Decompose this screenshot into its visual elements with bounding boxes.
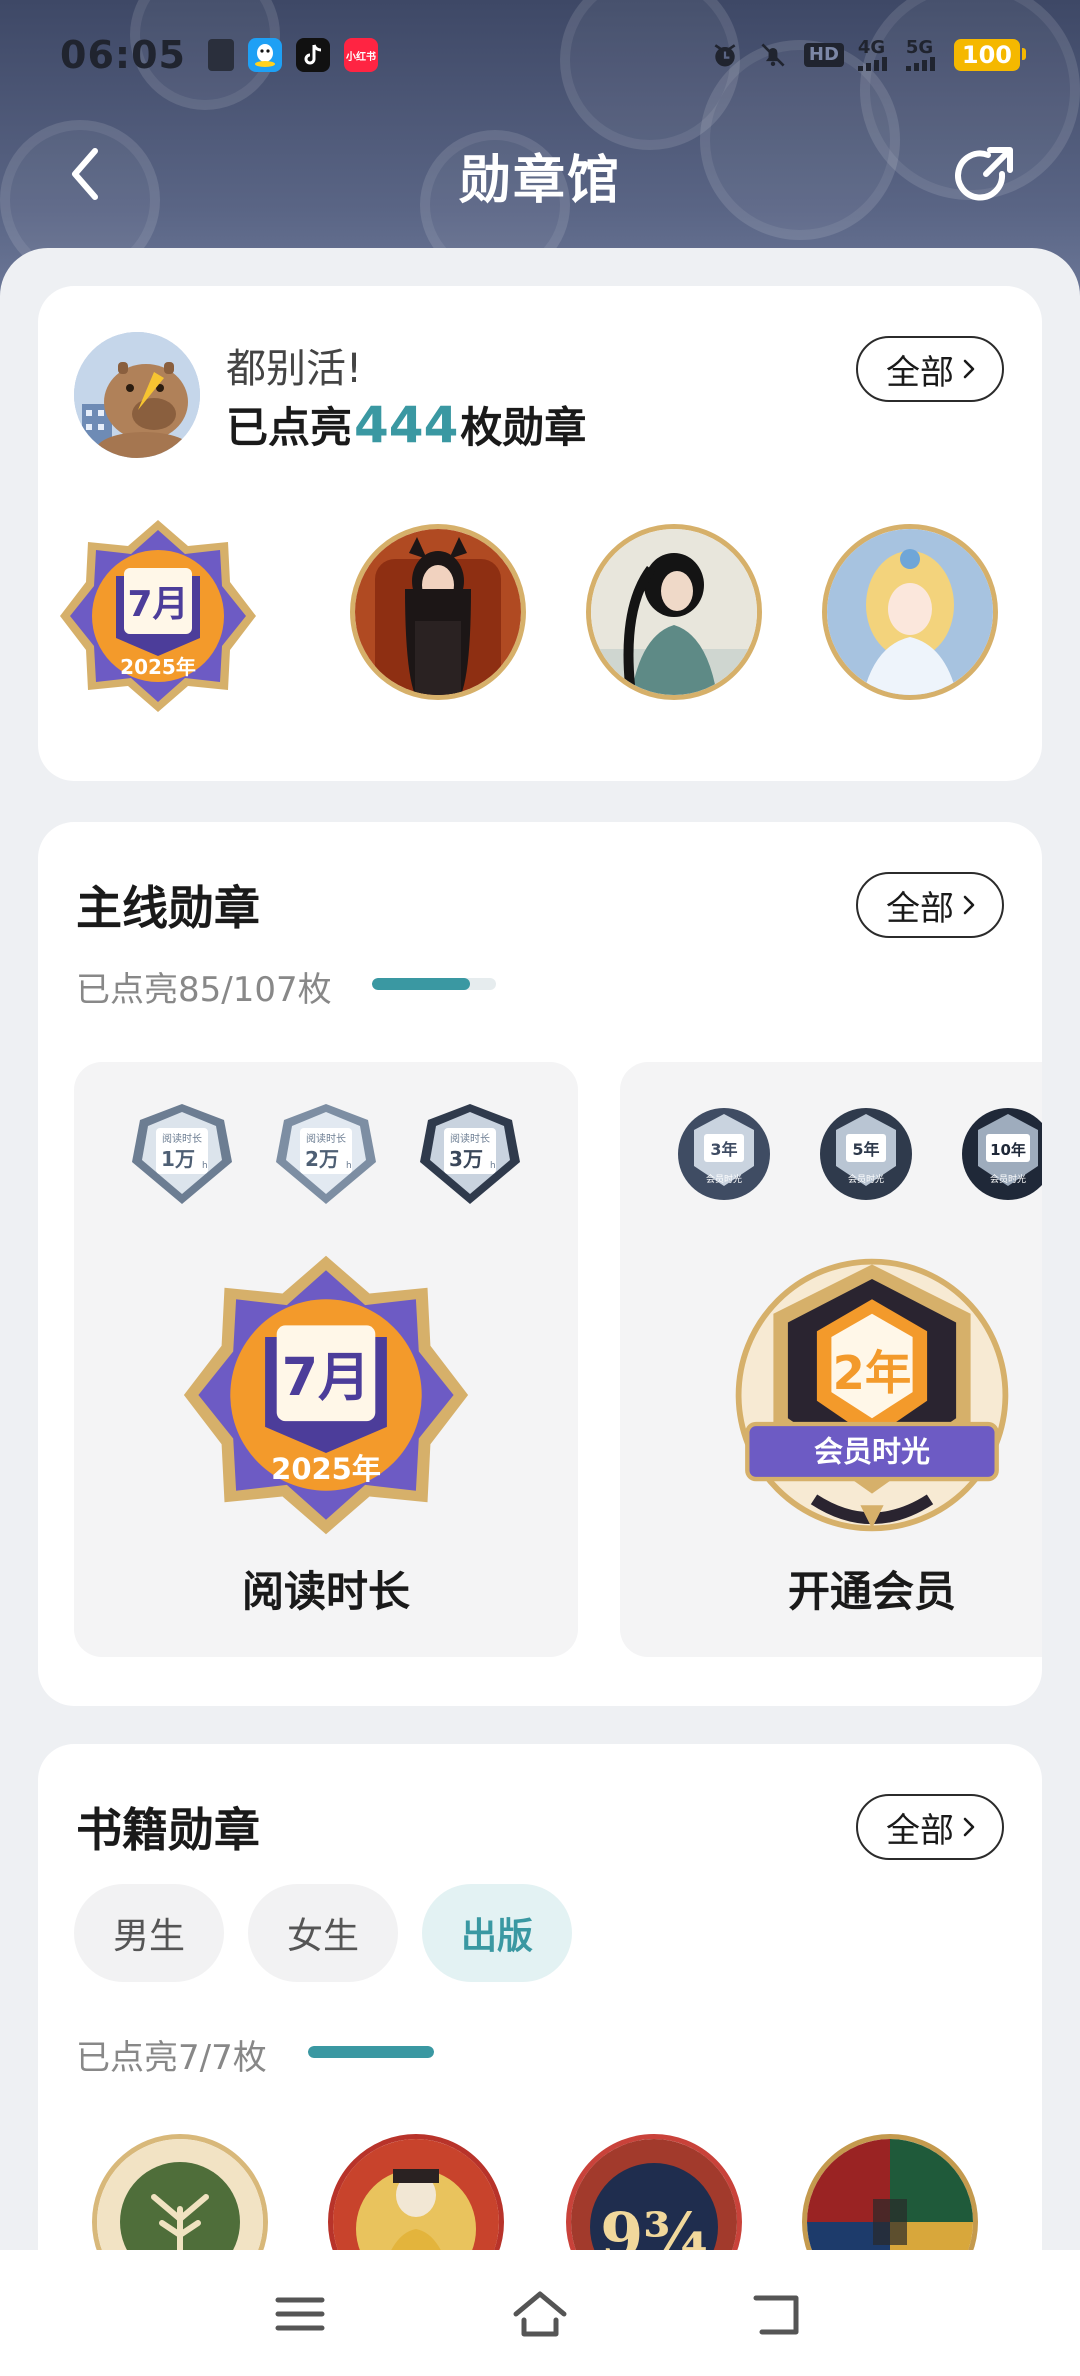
status-app-icons: 小红书 (207, 38, 378, 72)
all-label: 全部 (886, 1810, 954, 1851)
recent-badges-row: 7月 2025年 (58, 516, 1042, 726)
reading-time-card[interactable]: 阅读时长 1万 h 阅读时长 2万 h 阅读时长 3万 h 7月 2025年 阅… (74, 1062, 578, 1657)
small-badge-top: 阅读时长 (450, 1132, 490, 1145)
chevron-left-icon (72, 148, 98, 200)
reading-july-2025-badge[interactable]: 7月 2025年 (181, 1250, 471, 1540)
chevron-right-icon (963, 895, 975, 915)
main-badges-all-button[interactable]: 全部 (856, 872, 1004, 938)
membership-label: 开通会员 (787, 1567, 956, 1616)
lit-prefix: 已点亮 (226, 403, 353, 452)
system-nav-bar (0, 2250, 1080, 2376)
badge-year-value: 2年 (833, 1346, 912, 1400)
content-sheet: 都别活! 已点亮 444 枚勋章 全部 7月 2025年 主线勋章 全部 已点亮… (0, 248, 1080, 2304)
reading-1w-badge[interactable]: 阅读时长 1万 h (128, 1100, 236, 1210)
user-name: 都别活! (226, 346, 363, 392)
book-badges-progress-text: 已点亮7/7枚 (76, 2038, 267, 2078)
small-badge-value: 5年 (852, 1140, 879, 1159)
battery-indicator: 100 (953, 39, 1027, 71)
main-badges-title: 主线勋章 (76, 881, 260, 935)
lit-summary: 已点亮 444 枚勋章 (226, 394, 586, 455)
avatar[interactable] (74, 332, 200, 458)
small-badge-bottom: 会员时光 (706, 1173, 742, 1185)
chip-male[interactable]: 男生 (74, 1884, 224, 1982)
main-badges-progress-bar (372, 978, 496, 990)
profile-all-button[interactable]: 全部 (856, 336, 1004, 402)
book-badges-all-button[interactable]: 全部 (856, 1794, 1004, 1860)
all-label: 全部 (886, 888, 954, 929)
page-title: 勋章馆 (458, 150, 621, 211)
progress-fill (372, 978, 471, 990)
member-2y-badge[interactable]: 2年 会员时光 (727, 1250, 1017, 1540)
chip-label: 出版 (460, 1916, 533, 1957)
male-character-badge[interactable] (586, 524, 762, 700)
badge-month-text: 7月 (127, 584, 188, 625)
status-bar: 06:05 小红书 HD 4G 5G 100 (0, 0, 1080, 110)
menu-icon[interactable] (270, 2284, 330, 2344)
chevron-right-icon (963, 1817, 975, 1837)
chip-female[interactable]: 女生 (248, 1884, 398, 1982)
lit-count: 444 (354, 396, 459, 454)
small-badge-unit: h (346, 1161, 352, 1171)
small-badge-unit: h (202, 1161, 208, 1171)
member-10y-badge[interactable]: 10年 会员时光 (954, 1100, 1042, 1210)
all-label: 全部 (886, 352, 954, 393)
hd-indicator: HD (803, 43, 844, 67)
membership-card[interactable]: 3年 会员时光 5年 会员时光 10年 会员时光 2年 会员时光 开通会员 (620, 1062, 1042, 1657)
profile-card: 都别活! 已点亮 444 枚勋章 全部 7月 2025年 (38, 286, 1042, 781)
golden-hair-character-badge[interactable] (822, 524, 998, 700)
reading-3w-badge[interactable]: 阅读时长 3万 h (416, 1100, 524, 1210)
badge-ribbon-text: 会员时光 (814, 1435, 930, 1469)
progress-fill (308, 2046, 434, 2058)
back-nav-icon[interactable] (750, 2284, 810, 2344)
back-button[interactable] (60, 144, 108, 204)
tiktok-icon (295, 38, 330, 72)
july-2025-badge[interactable]: 7月 2025年 (58, 516, 258, 716)
main-badges-card: 主线勋章 全部 已点亮85/107枚 阅读时长 1万 h 阅读时长 2万 h 阅… (38, 822, 1042, 1706)
status-indicators: HD 4G 5G 100 (708, 39, 1027, 71)
reading-time-label: 阅读时长 (241, 1567, 410, 1616)
qq-icon (247, 38, 282, 72)
small-badge-top: 阅读时长 (306, 1132, 346, 1145)
small-badge-value: 1万 (161, 1147, 195, 1171)
status-time: 06:05 (60, 33, 186, 77)
signal-5g: 5G (905, 39, 940, 71)
member-3y-badge[interactable]: 3年 会员时光 (670, 1100, 778, 1210)
home-icon[interactable] (510, 2284, 570, 2344)
chip-published[interactable]: 出版 (422, 1884, 572, 1982)
chevron-right-icon (963, 359, 975, 379)
badge-year-text: 2025年 (271, 1452, 381, 1486)
small-badge-value: 10年 (990, 1141, 1026, 1159)
main-badges-progress-text: 已点亮85/107枚 (76, 970, 332, 1010)
badge-year-text: 2025年 (120, 655, 196, 679)
book-badges-card: 书籍勋章 全部 男生 女生 出版 已点亮7/7枚 9¾ (38, 1744, 1042, 2304)
share-icon (955, 147, 1013, 201)
signal-4g: 4G (857, 39, 892, 71)
badge-month-text: 7月 (282, 1348, 371, 1408)
xiaohongshu-icon: 小红书 (343, 38, 378, 72)
lit-suffix: 枚勋章 (460, 403, 587, 452)
book-badges-title: 书籍勋章 (76, 1803, 260, 1857)
share-button[interactable] (950, 142, 1020, 212)
small-badge-value: 3年 (710, 1140, 737, 1159)
book-badges-progress-bar (308, 2046, 434, 2058)
chip-label: 男生 (112, 1916, 185, 1957)
alarm-icon (714, 44, 736, 67)
small-badge-value: 3万 (449, 1147, 483, 1171)
small-badge-bottom: 会员时光 (990, 1173, 1026, 1185)
reading-2w-badge[interactable]: 阅读时长 2万 h (272, 1100, 380, 1210)
female-character-badge[interactable] (350, 524, 526, 700)
nav-bar: 勋章馆 (0, 120, 1080, 230)
member-5y-badge[interactable]: 5年 会员时光 (812, 1100, 920, 1210)
clipboard-icon (207, 39, 234, 71)
chip-label: 女生 (286, 1916, 359, 1957)
mute-bell-icon (761, 43, 785, 67)
small-badge-bottom: 会员时光 (848, 1173, 884, 1185)
small-badge-unit: h (490, 1161, 496, 1171)
small-badge-top: 阅读时长 (162, 1132, 202, 1145)
small-badge-value: 2万 (305, 1147, 339, 1171)
